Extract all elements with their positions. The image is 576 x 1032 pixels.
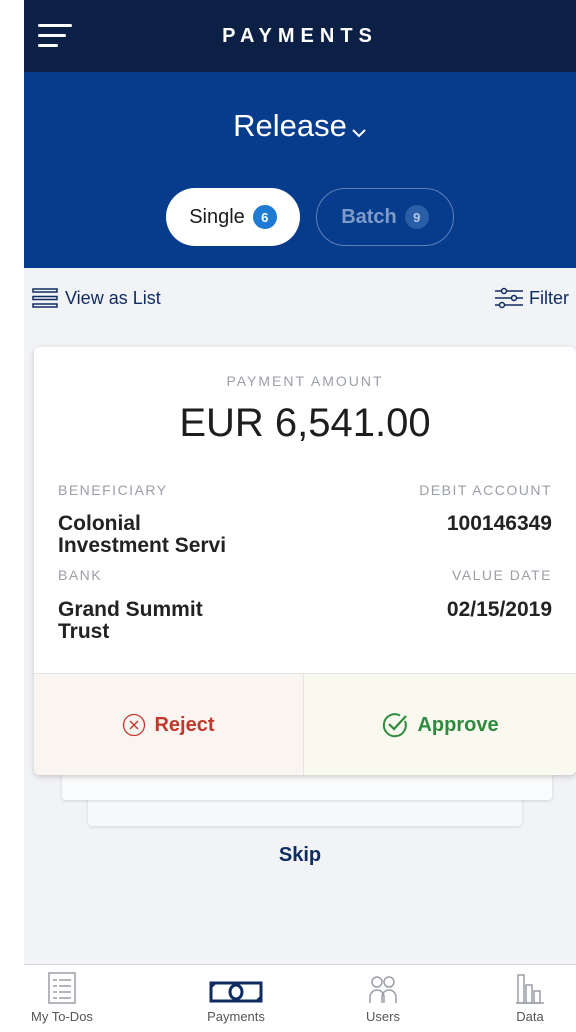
phone-screen: PAYMENTS Release Single 6 Batch 9 View a…: [24, 0, 576, 1032]
top-bar: PAYMENTS: [24, 0, 576, 72]
tab-batch-count-badge: 9: [404, 205, 429, 229]
nav-label-my-todos: My To-Dos: [31, 1009, 93, 1024]
reject-button[interactable]: Reject: [34, 674, 304, 775]
checklist-icon: [48, 972, 76, 1004]
card-actions: Reject Approve: [34, 673, 576, 775]
debit-account-label: DEBIT ACCOUNT: [419, 482, 552, 498]
debit-account-value: 100146349: [446, 512, 552, 535]
approve-label: Approve: [417, 713, 499, 736]
payment-amount-label: PAYMENT AMOUNT: [226, 373, 384, 389]
payment-amount: EUR 6,541.00: [179, 401, 431, 445]
nav-label-data: Data: [516, 1009, 544, 1024]
view-as-list-button[interactable]: View as List: [32, 287, 161, 309]
approve-button[interactable]: Approve: [304, 674, 576, 775]
tab-batch[interactable]: Batch 9: [316, 188, 454, 246]
filter-label: Filter: [529, 287, 569, 308]
filter-button[interactable]: Filter: [494, 287, 569, 309]
bank-value-line2: Trust: [58, 620, 110, 643]
nav-label-users: Users: [366, 1009, 400, 1024]
nav-item-payments[interactable]: Payments: [176, 971, 296, 1024]
reject-label: Reject: [154, 713, 215, 736]
tab-batch-label: Batch: [341, 205, 397, 228]
chevron-down-icon: [351, 110, 367, 146]
nav-label-payments: Payments: [207, 1009, 265, 1024]
nav-item-my-todos[interactable]: My To-Dos: [24, 971, 122, 1024]
view-as-list-label: View as List: [65, 287, 161, 308]
approve-check-circle-icon: [383, 713, 408, 738]
money-icon: [209, 981, 263, 1003]
app-title: PAYMENTS: [222, 25, 378, 47]
reject-x-circle-icon: [123, 713, 146, 737]
bank-label: BANK: [58, 567, 103, 583]
tab-single[interactable]: Single 6: [166, 188, 300, 246]
tab-single-count-badge: 6: [252, 205, 277, 229]
value-date-value: 02/15/2019: [446, 598, 552, 621]
bar-chart-icon: [516, 974, 544, 1004]
bottom-nav: My To-Dos Payments Users Data: [24, 964, 576, 1032]
section-title: Release: [233, 108, 347, 143]
users-icon: [369, 976, 397, 1003]
tab-single-label: Single: [189, 205, 245, 228]
bank-value-line1: Grand Summit: [58, 598, 203, 621]
header: Release Single 6 Batch 9: [24, 72, 576, 268]
filter-sliders-icon: [495, 287, 523, 309]
list-icon: [32, 288, 58, 308]
nav-item-users[interactable]: Users: [323, 971, 443, 1024]
payment-card[interactable]: PAYMENT AMOUNT EUR 6,541.00 BENEFICIARY …: [34, 347, 576, 775]
section-dropdown[interactable]: Release: [24, 108, 576, 146]
beneficiary-label: BENEFICIARY: [58, 482, 168, 498]
value-date-label: VALUE DATE: [451, 567, 552, 583]
beneficiary-value-line1: Colonial: [58, 512, 141, 535]
beneficiary-value-line2: Investment Servi: [58, 534, 227, 557]
skip-button[interactable]: Skip: [24, 844, 576, 867]
nav-item-data[interactable]: Data: [470, 971, 576, 1024]
